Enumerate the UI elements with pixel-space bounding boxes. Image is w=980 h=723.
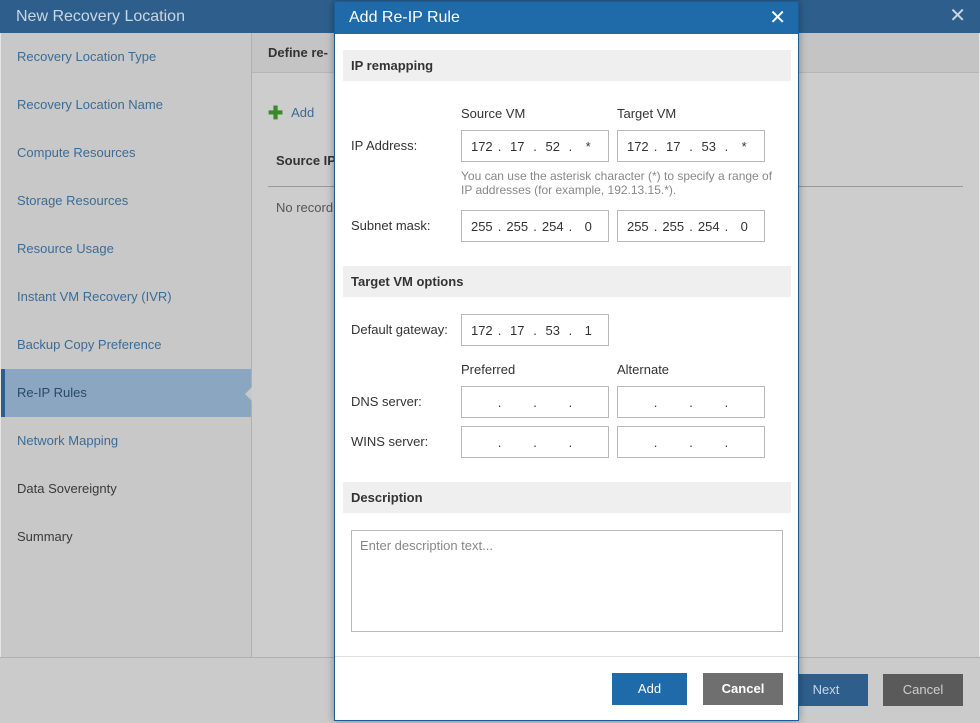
preferred-dns-field[interactable]: . . . xyxy=(461,386,609,418)
default-gateway-label: Default gateway: xyxy=(351,322,448,337)
dot-separator: . xyxy=(497,394,502,410)
dialog-footer-divider xyxy=(335,656,798,657)
section-description: Description xyxy=(343,482,791,513)
dot-separator: . xyxy=(689,138,693,154)
dot-separator: . xyxy=(533,218,537,234)
dot-separator: . xyxy=(724,434,729,450)
dot-separator: . xyxy=(533,322,537,338)
dot-separator: . xyxy=(568,434,573,450)
target-subnet-mask-field[interactable]: 255. 255. 254. 0 xyxy=(617,210,765,242)
dot-separator: . xyxy=(653,434,658,450)
octet-4[interactable]: * xyxy=(732,139,756,154)
octet-1[interactable]: 172 xyxy=(470,323,494,338)
octet-1[interactable]: 255 xyxy=(470,219,494,234)
octet-1[interactable]: 172 xyxy=(470,139,494,154)
octet-2[interactable]: 255 xyxy=(661,219,685,234)
default-gateway-field[interactable]: 172. 17. 53. 1 xyxy=(461,314,609,346)
octet-4[interactable]: 0 xyxy=(732,219,756,234)
close-icon[interactable]: ✕ xyxy=(769,2,786,34)
step-resource-usage[interactable]: Resource Usage xyxy=(1,225,251,273)
step-summary: Summary xyxy=(17,529,73,544)
main-add-label: Add xyxy=(291,105,315,120)
preferred-column-label: Preferred xyxy=(461,362,516,377)
octet-2[interactable]: 17 xyxy=(661,139,685,154)
description-textarea[interactable] xyxy=(351,530,783,632)
step-recovery-location-type[interactable]: Recovery Location Type xyxy=(1,33,251,81)
dot-separator: . xyxy=(724,218,729,234)
octet-1[interactable]: 255 xyxy=(626,219,650,234)
step-backup-copy-preference[interactable]: Backup Copy Preference xyxy=(1,321,251,369)
octet-4[interactable]: 0 xyxy=(576,219,600,234)
add-button[interactable]: Add xyxy=(612,673,687,705)
wizard-title: New Recovery Location xyxy=(16,8,185,25)
main-add-button[interactable]: ✚ Add xyxy=(268,103,314,124)
dot-separator: . xyxy=(724,394,729,410)
octet-2[interactable]: 17 xyxy=(505,323,529,338)
step-recovery-location-name[interactable]: Recovery Location Name xyxy=(1,81,251,129)
dot-separator: . xyxy=(653,218,658,234)
step-compute-resources[interactable]: Compute Resources xyxy=(1,129,251,177)
dot-separator: . xyxy=(533,138,537,154)
dot-separator: . xyxy=(497,218,502,234)
target-vm-column-label: Target VM xyxy=(617,106,677,121)
octet-1[interactable]: 172 xyxy=(626,139,650,154)
dot-separator: . xyxy=(724,138,729,154)
dot-separator: . xyxy=(497,434,502,450)
dot-separator: . xyxy=(653,138,658,154)
subnet-mask-label: Subnet mask: xyxy=(351,218,431,233)
dot-separator: . xyxy=(689,218,693,234)
empty-table-text: No record xyxy=(276,200,334,215)
octet-3[interactable]: 53 xyxy=(541,323,565,338)
octet-2[interactable]: 17 xyxy=(505,139,529,154)
section-ip-remapping: IP remapping xyxy=(343,50,791,81)
alternate-column-label: Alternate xyxy=(617,362,670,377)
dot-separator: . xyxy=(533,394,537,410)
wizard-steps-sidebar: Recovery Location Type Recovery Location… xyxy=(1,33,252,657)
add-re-ip-rule-dialog: Add Re-IP Rule ✕ IP remapping Source VM … xyxy=(334,1,799,721)
dot-separator: . xyxy=(497,138,502,154)
section-target-vm-options: Target VM options xyxy=(343,266,791,297)
plus-icon: ✚ xyxy=(268,103,284,123)
dot-separator: . xyxy=(568,218,573,234)
dot-separator: . xyxy=(689,434,693,450)
dot-separator: . xyxy=(568,322,573,338)
dot-separator: . xyxy=(568,394,573,410)
octet-4[interactable]: 1 xyxy=(576,323,600,338)
alternate-wins-field[interactable]: . . . xyxy=(617,426,765,458)
octet-3[interactable]: 254 xyxy=(697,219,721,234)
cancel-button[interactable]: Cancel xyxy=(703,673,783,705)
dot-separator: . xyxy=(689,394,693,410)
asterisk-hint-text: You can use the asterisk character (*) t… xyxy=(461,169,773,197)
octet-4[interactable]: * xyxy=(576,139,600,154)
wizard-close-icon[interactable]: ✕ xyxy=(949,0,966,33)
dialog-title: Add Re-IP Rule xyxy=(349,9,460,26)
ip-address-label: IP Address: xyxy=(351,138,418,153)
dot-separator: . xyxy=(568,138,573,154)
dialog-title-bar: Add Re-IP Rule ✕ xyxy=(335,2,798,34)
step-re-ip-rules[interactable]: Re-IP Rules xyxy=(1,369,252,417)
dot-separator: . xyxy=(497,322,502,338)
wizard-cancel-button[interactable]: Cancel xyxy=(883,674,963,706)
source-ip-address-field[interactable]: 172. 17. 52. * xyxy=(461,130,609,162)
dot-separator: . xyxy=(533,434,537,450)
column-header-source-ip: Source IP xyxy=(276,153,336,168)
step-storage-resources[interactable]: Storage Resources xyxy=(1,177,251,225)
dns-server-label: DNS server: xyxy=(351,394,422,409)
target-ip-address-field[interactable]: 172. 17. 53. * xyxy=(617,130,765,162)
wins-server-label: WINS server: xyxy=(351,434,429,449)
dot-separator: . xyxy=(653,394,658,410)
source-subnet-mask-field[interactable]: 255. 255. 254. 0 xyxy=(461,210,609,242)
source-vm-column-label: Source VM xyxy=(461,106,526,121)
alternate-dns-field[interactable]: . . . xyxy=(617,386,765,418)
step-instant-vm-recovery[interactable]: Instant VM Recovery (IVR) xyxy=(1,273,251,321)
step-network-mapping[interactable]: Network Mapping xyxy=(1,417,251,465)
octet-3[interactable]: 53 xyxy=(697,139,721,154)
octet-3[interactable]: 254 xyxy=(541,219,565,234)
step-data-sovereignty: Data Sovereignty xyxy=(17,481,117,496)
octet-2[interactable]: 255 xyxy=(505,219,529,234)
preferred-wins-field[interactable]: . . . xyxy=(461,426,609,458)
octet-3[interactable]: 52 xyxy=(541,139,565,154)
